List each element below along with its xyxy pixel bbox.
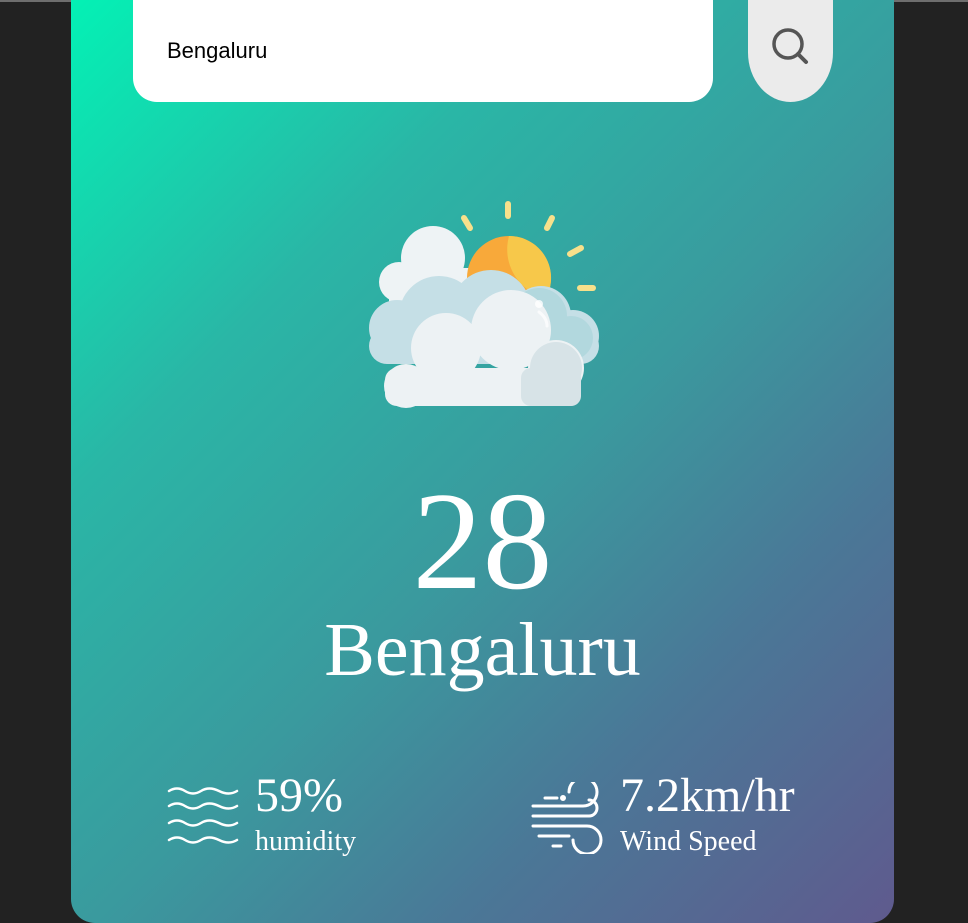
humidity-label: humidity xyxy=(255,826,357,857)
search-icon xyxy=(771,28,808,64)
temperature-value: 28 xyxy=(412,464,553,619)
search-button[interactable] xyxy=(748,0,833,102)
partly-cloudy-icon xyxy=(369,201,599,408)
humidity-waves-icon xyxy=(167,787,239,844)
city-name: Bengaluru xyxy=(324,608,641,692)
weather-card: 28 Bengaluru 59% humidity 7.2km/hr Wind … xyxy=(71,0,894,923)
wind-stat: 7.2km/hr Wind Speed xyxy=(620,772,795,856)
humidity-stat: 59% humidity xyxy=(255,772,356,856)
city-search-input[interactable] xyxy=(133,0,713,102)
wind-speed-value: 7.2km/hr xyxy=(620,769,795,822)
humidity-value: 59% xyxy=(255,769,343,822)
wind-speed-label: Wind Speed xyxy=(620,826,757,857)
wind-icon xyxy=(531,782,603,854)
